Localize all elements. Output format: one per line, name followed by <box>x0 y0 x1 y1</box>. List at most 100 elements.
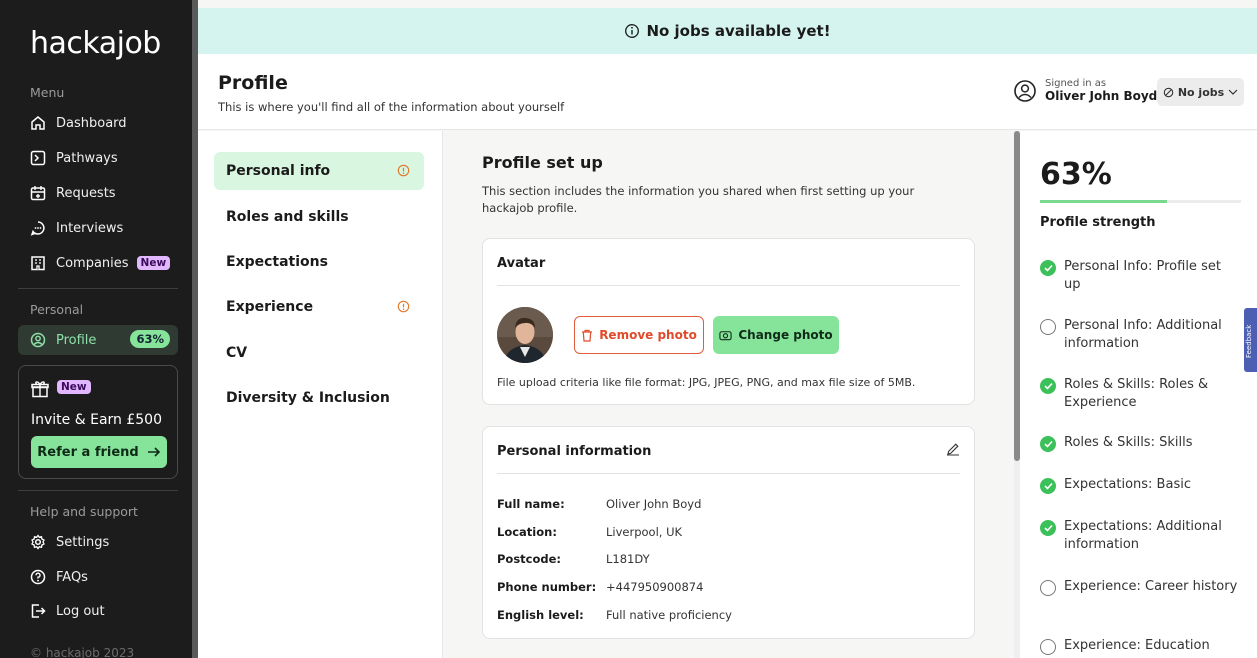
page-subtitle: This is where you'll find all of the inf… <box>218 100 565 114</box>
field-label: English level: <box>497 608 584 622</box>
change-photo-button[interactable]: Change photo <box>713 316 839 354</box>
tab-label: Experience <box>226 299 314 315</box>
refer-friend-button[interactable]: Refer a friend <box>31 436 167 468</box>
field-value: Liverpool, UK <box>606 525 683 539</box>
help-section-label: Help and support <box>30 504 138 519</box>
sidebar-item-pathways[interactable]: Pathways <box>30 146 118 170</box>
jobs-status-dropdown[interactable]: No jobs <box>1157 78 1244 106</box>
arrow-right-icon <box>147 447 160 457</box>
field-value: +447950900874 <box>606 580 704 594</box>
tab-label: Expectations <box>226 254 328 270</box>
sidebar-item-label: Settings <box>56 534 110 550</box>
page-header: Profile This is where you'll find all of… <box>198 54 1257 130</box>
checklist-item[interactable]: Experience: Education <box>1040 637 1240 655</box>
remove-photo-button[interactable]: Remove photo <box>574 316 704 354</box>
field-label: Phone number: <box>497 580 597 594</box>
refer-friend-label: Refer a friend <box>37 444 139 460</box>
hackajob-logo[interactable]: hackajob <box>30 26 161 61</box>
tab-experience[interactable]: Experience <box>214 288 424 326</box>
personal-section-label: Personal <box>30 302 84 317</box>
terminal-icon <box>30 150 46 166</box>
sidebar-item-label: Dashboard <box>56 115 127 131</box>
building-icon <box>31 256 45 271</box>
tab-label: Roles and skills <box>226 209 349 225</box>
trash-icon <box>582 329 593 342</box>
checklist-item[interactable]: Expectations: Additional information <box>1040 518 1240 554</box>
sidebar-item-label: Pathways <box>56 150 118 166</box>
checklist-label: Personal Info: Additional information <box>1064 318 1222 351</box>
jobs-status-label: No jobs <box>1177 85 1225 99</box>
pencil-icon[interactable] <box>946 442 960 456</box>
checklist-label: Experience: Education <box>1064 638 1210 653</box>
feedback-tab[interactable]: Feedback <box>1244 308 1257 372</box>
tab-expectations[interactable]: Expectations <box>214 243 424 281</box>
field-value: Full native proficiency <box>606 608 732 622</box>
calendar-plus-icon <box>30 186 46 201</box>
tab-personal-info[interactable]: Personal info <box>214 152 424 190</box>
tab-label: CV <box>226 345 248 361</box>
gear-icon <box>31 534 45 550</box>
checklist-item[interactable]: Personal Info: Additional information <box>1040 317 1240 353</box>
field-label: Postcode: <box>497 552 562 566</box>
sidebar-divider <box>18 490 178 491</box>
checklist-label: Personal Info: Profile set up <box>1064 259 1221 292</box>
tab-cv[interactable]: CV <box>214 334 424 372</box>
tab-label: Diversity & Inclusion <box>226 390 390 406</box>
field-value: L181DY <box>606 552 650 566</box>
home-icon <box>31 116 45 130</box>
warning-icon <box>397 300 410 313</box>
user-circle-icon <box>30 332 46 348</box>
tab-roles-and-skills[interactable]: Roles and skills <box>214 198 424 236</box>
check-icon <box>1040 436 1056 452</box>
user-circle-icon <box>1014 79 1036 102</box>
tab-diversity-inclusion[interactable]: Diversity & Inclusion <box>214 379 424 417</box>
chat-icon <box>30 221 45 236</box>
profile-percent-pill: 63% <box>130 330 170 348</box>
sidebar-item-dashboard[interactable]: Dashboard <box>30 111 127 135</box>
sidebar-item-profile[interactable]: Profile 63% <box>18 325 178 355</box>
invite-card: New Invite & Earn £500 Refer a friend <box>18 365 178 479</box>
sidebar-item-requests[interactable]: Requests <box>30 181 116 205</box>
check-icon <box>1040 260 1056 276</box>
sidebar-item-companies[interactable]: Companies New <box>30 251 171 275</box>
upload-criteria-note: File upload criteria like file format: J… <box>497 376 916 389</box>
camera-icon <box>719 331 732 341</box>
gift-icon <box>31 381 49 398</box>
card-title: Avatar <box>497 256 546 271</box>
empty-circle-icon <box>1040 580 1056 596</box>
empty-circle-icon <box>1040 639 1056 655</box>
check-icon <box>1040 520 1056 536</box>
empty-circle-icon <box>1040 319 1056 335</box>
signed-in-user[interactable]: Signed in as Oliver John Boyd <box>1013 78 1157 103</box>
no-jobs-banner: No jobs available yet! <box>198 8 1257 54</box>
checklist-item[interactable]: Experience: Career history <box>1040 578 1240 596</box>
sidebar-item-label: Interviews <box>56 220 124 236</box>
sidebar-item-label: Requests <box>56 185 116 201</box>
sidebar-item-settings[interactable]: Settings <box>30 530 109 554</box>
checklist-label: Experience: Career history <box>1064 579 1238 594</box>
field-label: Full name: <box>497 497 565 511</box>
sidebar-divider <box>18 288 178 289</box>
checklist-item[interactable]: Roles & Skills: Skills <box>1040 434 1240 452</box>
checklist-item[interactable]: Personal Info: Profile set up <box>1040 258 1240 294</box>
ban-icon <box>1163 87 1174 97</box>
sidebar-item-logout[interactable]: Log out <box>30 599 105 623</box>
banner-text: No jobs available yet! <box>646 22 831 40</box>
checklist-item[interactable]: Roles & Skills: Roles & Experience <box>1040 376 1240 412</box>
sidebar-item-faqs[interactable]: FAQs <box>30 565 88 589</box>
profile-section-menu: Personal info Roles and skills Expectati… <box>198 131 443 658</box>
checklist-label: Roles & Skills: Skills <box>1064 435 1193 450</box>
personal-information-card: Personal information Full name: Oliver J… <box>482 426 975 639</box>
field-label: Location: <box>497 525 557 539</box>
checklist-label: Expectations: Additional information <box>1064 519 1222 552</box>
sidebar-item-label: Companies <box>56 255 129 271</box>
checklist-item[interactable]: Expectations: Basic <box>1040 476 1240 494</box>
sidebar-item-interviews[interactable]: Interviews <box>30 216 123 240</box>
card-divider <box>497 285 960 286</box>
sidebar-item-label: FAQs <box>56 569 88 585</box>
menu-section-label: Menu <box>30 85 65 100</box>
profile-strength-panel: 63% Profile strength Personal Info: Prof… <box>1020 131 1257 658</box>
remove-photo-label: Remove photo <box>599 328 697 342</box>
chevron-down-icon <box>1228 89 1238 95</box>
question-icon <box>30 569 46 585</box>
